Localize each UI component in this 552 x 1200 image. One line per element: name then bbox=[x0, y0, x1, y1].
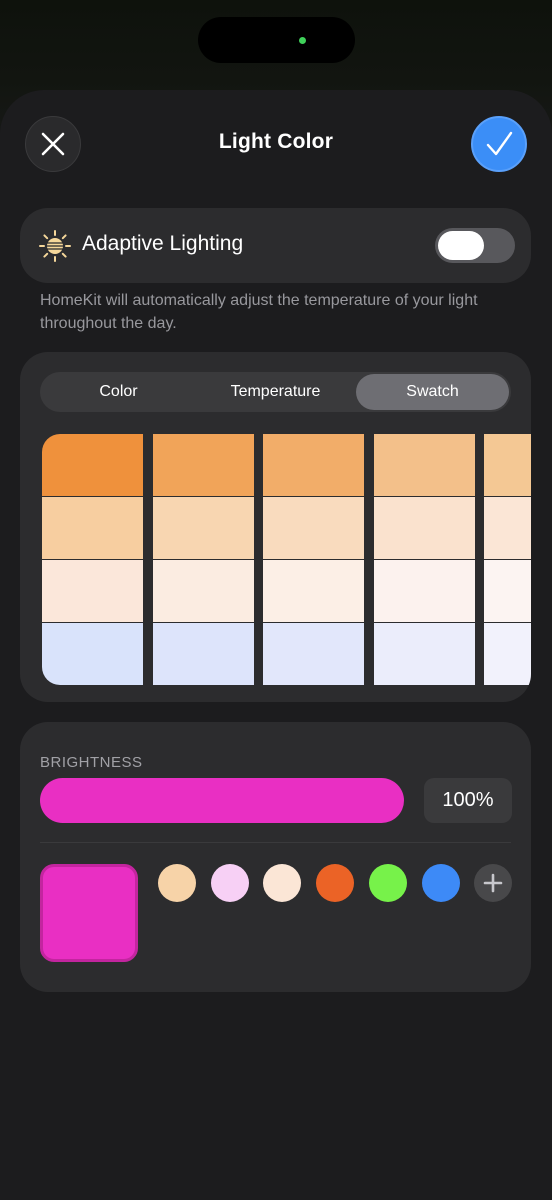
adaptive-lighting-row: Adaptive Lighting bbox=[20, 208, 531, 283]
swatch-column bbox=[42, 434, 143, 685]
swatch-cell[interactable] bbox=[42, 623, 143, 685]
color-picker-card: Color Temperature Swatch bbox=[20, 352, 531, 702]
swatch-cell[interactable] bbox=[263, 434, 364, 496]
plus-icon bbox=[483, 873, 503, 893]
preset-color-dot[interactable] bbox=[316, 864, 355, 902]
light-color-sheet: Light Color Adaptive Lighting HomeKit wi… bbox=[0, 90, 552, 1200]
swatch-column bbox=[373, 434, 475, 685]
add-color-button[interactable] bbox=[474, 864, 512, 902]
brightness-label: BRIGHTNESS bbox=[40, 754, 143, 771]
swatch-cell[interactable] bbox=[484, 623, 531, 685]
preset-color-dot[interactable] bbox=[421, 864, 460, 902]
swatch-cell[interactable] bbox=[42, 560, 143, 622]
camera-indicator-dot bbox=[299, 37, 306, 44]
brightness-card: BRIGHTNESS 100% bbox=[20, 722, 531, 992]
swatch-cell[interactable] bbox=[373, 434, 475, 496]
current-color-swatch[interactable] bbox=[40, 864, 138, 962]
swatch-cell[interactable] bbox=[152, 497, 254, 559]
swatch-column bbox=[263, 434, 364, 685]
adaptive-lighting-description: HomeKit will automatically adjust the te… bbox=[40, 292, 478, 332]
done-button[interactable] bbox=[471, 116, 527, 172]
swatch-cell[interactable] bbox=[42, 497, 143, 559]
swatch-cell[interactable] bbox=[484, 434, 531, 496]
checkmark-icon bbox=[486, 131, 513, 156]
swatch-cell[interactable] bbox=[152, 623, 254, 685]
swatch-cell[interactable] bbox=[152, 434, 254, 496]
swatch-cell[interactable] bbox=[373, 497, 475, 559]
tab-temperature[interactable]: Temperature bbox=[199, 374, 352, 410]
brightness-value[interactable]: 100% bbox=[424, 778, 512, 823]
preset-color-dot[interactable] bbox=[210, 864, 249, 902]
adaptive-lighting-label: Adaptive Lighting bbox=[82, 232, 244, 255]
page-title: Light Color bbox=[218, 130, 334, 153]
preset-color-dot[interactable] bbox=[263, 864, 302, 902]
preset-color-dot[interactable] bbox=[368, 864, 407, 902]
tab-color[interactable]: Color bbox=[42, 374, 195, 410]
toggle-knob bbox=[438, 231, 484, 260]
brightness-slider-fill bbox=[40, 778, 404, 823]
swatch-cell[interactable] bbox=[263, 560, 364, 622]
preset-color-dot[interactable] bbox=[158, 864, 196, 902]
brightness-slider[interactable] bbox=[40, 778, 404, 823]
swatch-column bbox=[484, 434, 531, 685]
tab-swatch[interactable]: Swatch bbox=[356, 374, 509, 410]
swatch-cell[interactable] bbox=[484, 560, 531, 622]
swatch-cell[interactable] bbox=[484, 497, 531, 559]
swatch-cell[interactable] bbox=[152, 560, 254, 622]
color-mode-segmented-control: Color Temperature Swatch bbox=[40, 372, 511, 412]
swatch-cell[interactable] bbox=[263, 623, 364, 685]
divider bbox=[40, 842, 511, 843]
swatch-cell[interactable] bbox=[42, 434, 143, 496]
adaptive-lighting-toggle[interactable] bbox=[435, 228, 515, 263]
sun-icon bbox=[39, 230, 71, 262]
swatch-cell[interactable] bbox=[373, 623, 475, 685]
dynamic-island bbox=[198, 17, 355, 63]
swatch-cell[interactable] bbox=[373, 560, 475, 622]
swatch-cell[interactable] bbox=[263, 497, 364, 559]
swatch-column bbox=[152, 434, 254, 685]
swatch-grid bbox=[42, 434, 531, 685]
